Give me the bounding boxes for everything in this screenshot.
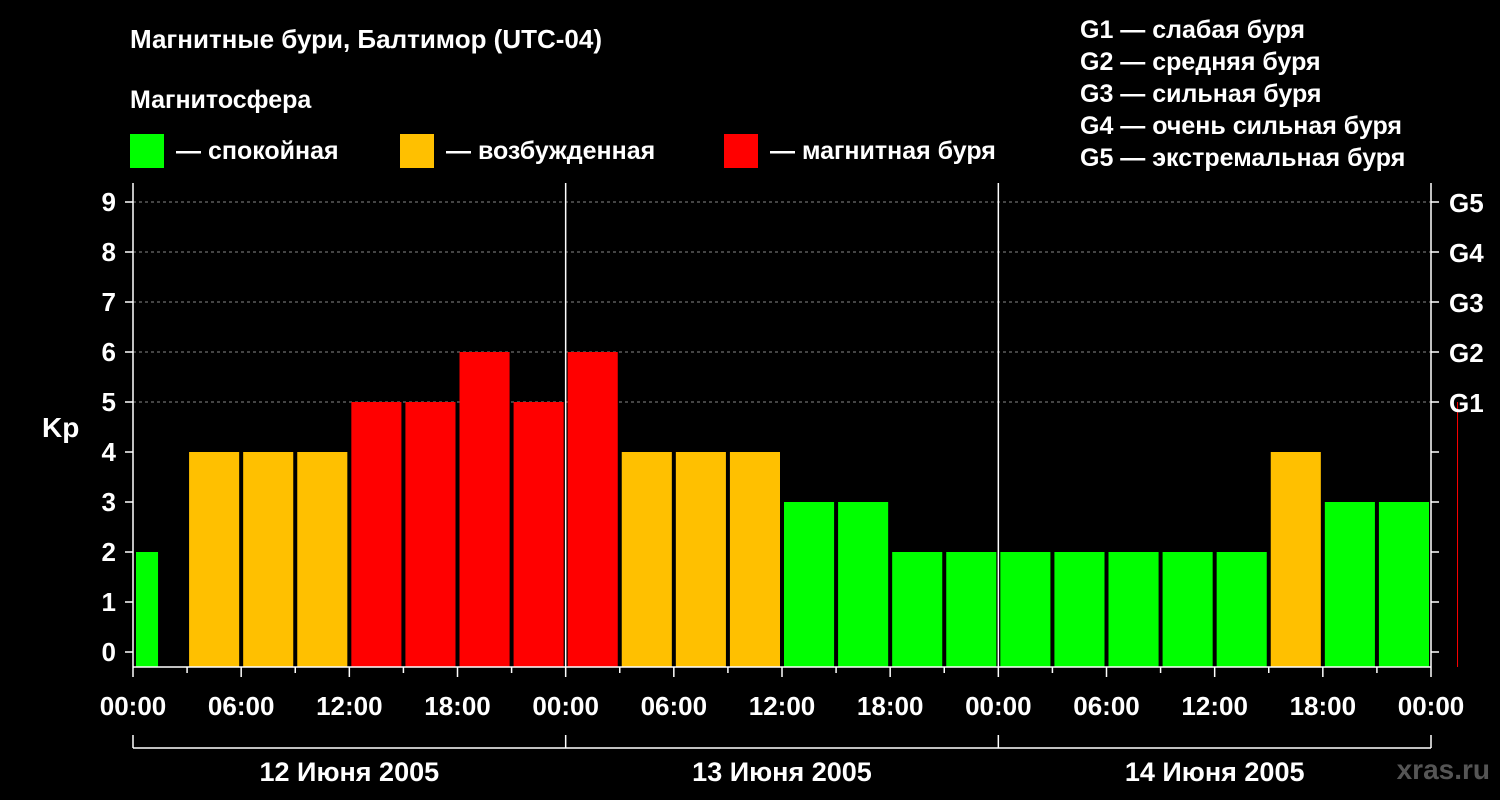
- kp-bar: [1270, 452, 1321, 667]
- kp-bar: [1324, 502, 1375, 667]
- x-tick-label: 06:00: [208, 691, 275, 721]
- kp-bar: [136, 552, 159, 667]
- y-tick-label: 1: [102, 587, 116, 617]
- g-tick-label: G1: [1449, 388, 1484, 418]
- g-tick-label: G4: [1449, 238, 1484, 268]
- x-tick-label: 18:00: [1290, 691, 1357, 721]
- x-tick-label: 00:00: [532, 691, 599, 721]
- kp-bar: [513, 402, 564, 667]
- kp-bar: [729, 452, 780, 667]
- kp-bar: [1000, 552, 1051, 667]
- x-tick-label: 12:00: [749, 691, 816, 721]
- y-tick-label: 2: [102, 537, 116, 567]
- y-tick-label: 9: [102, 187, 116, 217]
- y-tick-label: 3: [102, 487, 116, 517]
- kp-bar: [621, 452, 672, 667]
- kp-bar: [675, 452, 726, 667]
- kp-bar: [1216, 552, 1267, 667]
- g-tick-label: G3: [1449, 288, 1484, 318]
- day-label: 14 Июня 2005: [1125, 757, 1305, 787]
- y-tick-label: 6: [102, 337, 116, 367]
- kp-bar: [405, 402, 456, 667]
- x-tick-label: 12:00: [316, 691, 383, 721]
- kp-bar: [189, 452, 240, 667]
- kp-bar: [838, 502, 889, 667]
- x-tick-label: 06:00: [1073, 691, 1140, 721]
- kp-bar: [297, 452, 348, 667]
- kp-bar: [1162, 552, 1213, 667]
- y-tick-label: 8: [102, 237, 116, 267]
- kp-bar: [892, 552, 943, 667]
- kp-bar: [1378, 502, 1429, 667]
- day-label: 12 Июня 2005: [260, 757, 440, 787]
- kp-bar: [567, 352, 618, 667]
- kp-bar: [1108, 552, 1159, 667]
- x-tick-label: 18:00: [424, 691, 491, 721]
- y-tick-label: 0: [102, 637, 116, 667]
- kp-bar: [1054, 552, 1105, 667]
- day-label: 13 Июня 2005: [692, 757, 872, 787]
- x-tick-label: 00:00: [965, 691, 1032, 721]
- kp-bar: [946, 552, 997, 667]
- kp-bar: [243, 452, 294, 667]
- kp-bar-chart: 0 1 2 3 4 5 6 7 8 9 G1 G2 G3 G4 G5 00:00 06:00 12:00 18:00…: [100, 183, 1484, 787]
- x-tick-label: 06:00: [641, 691, 708, 721]
- kp-bar: [351, 402, 402, 667]
- x-tick-label: 00:00: [1398, 691, 1465, 721]
- g-tick-label: G2: [1449, 338, 1484, 368]
- y-tick-label: 7: [102, 287, 116, 317]
- x-tick-label: 18:00: [857, 691, 924, 721]
- kp-bar: [784, 502, 835, 667]
- g-tick-label: G5: [1449, 188, 1484, 218]
- x-tick-label: 00:00: [100, 691, 167, 721]
- kp-bar: [459, 352, 510, 667]
- kp-bar: [1457, 402, 1459, 667]
- x-tick-label: 12:00: [1181, 691, 1248, 721]
- y-tick-label: 4: [102, 437, 117, 467]
- y-tick-label: 5: [102, 387, 116, 417]
